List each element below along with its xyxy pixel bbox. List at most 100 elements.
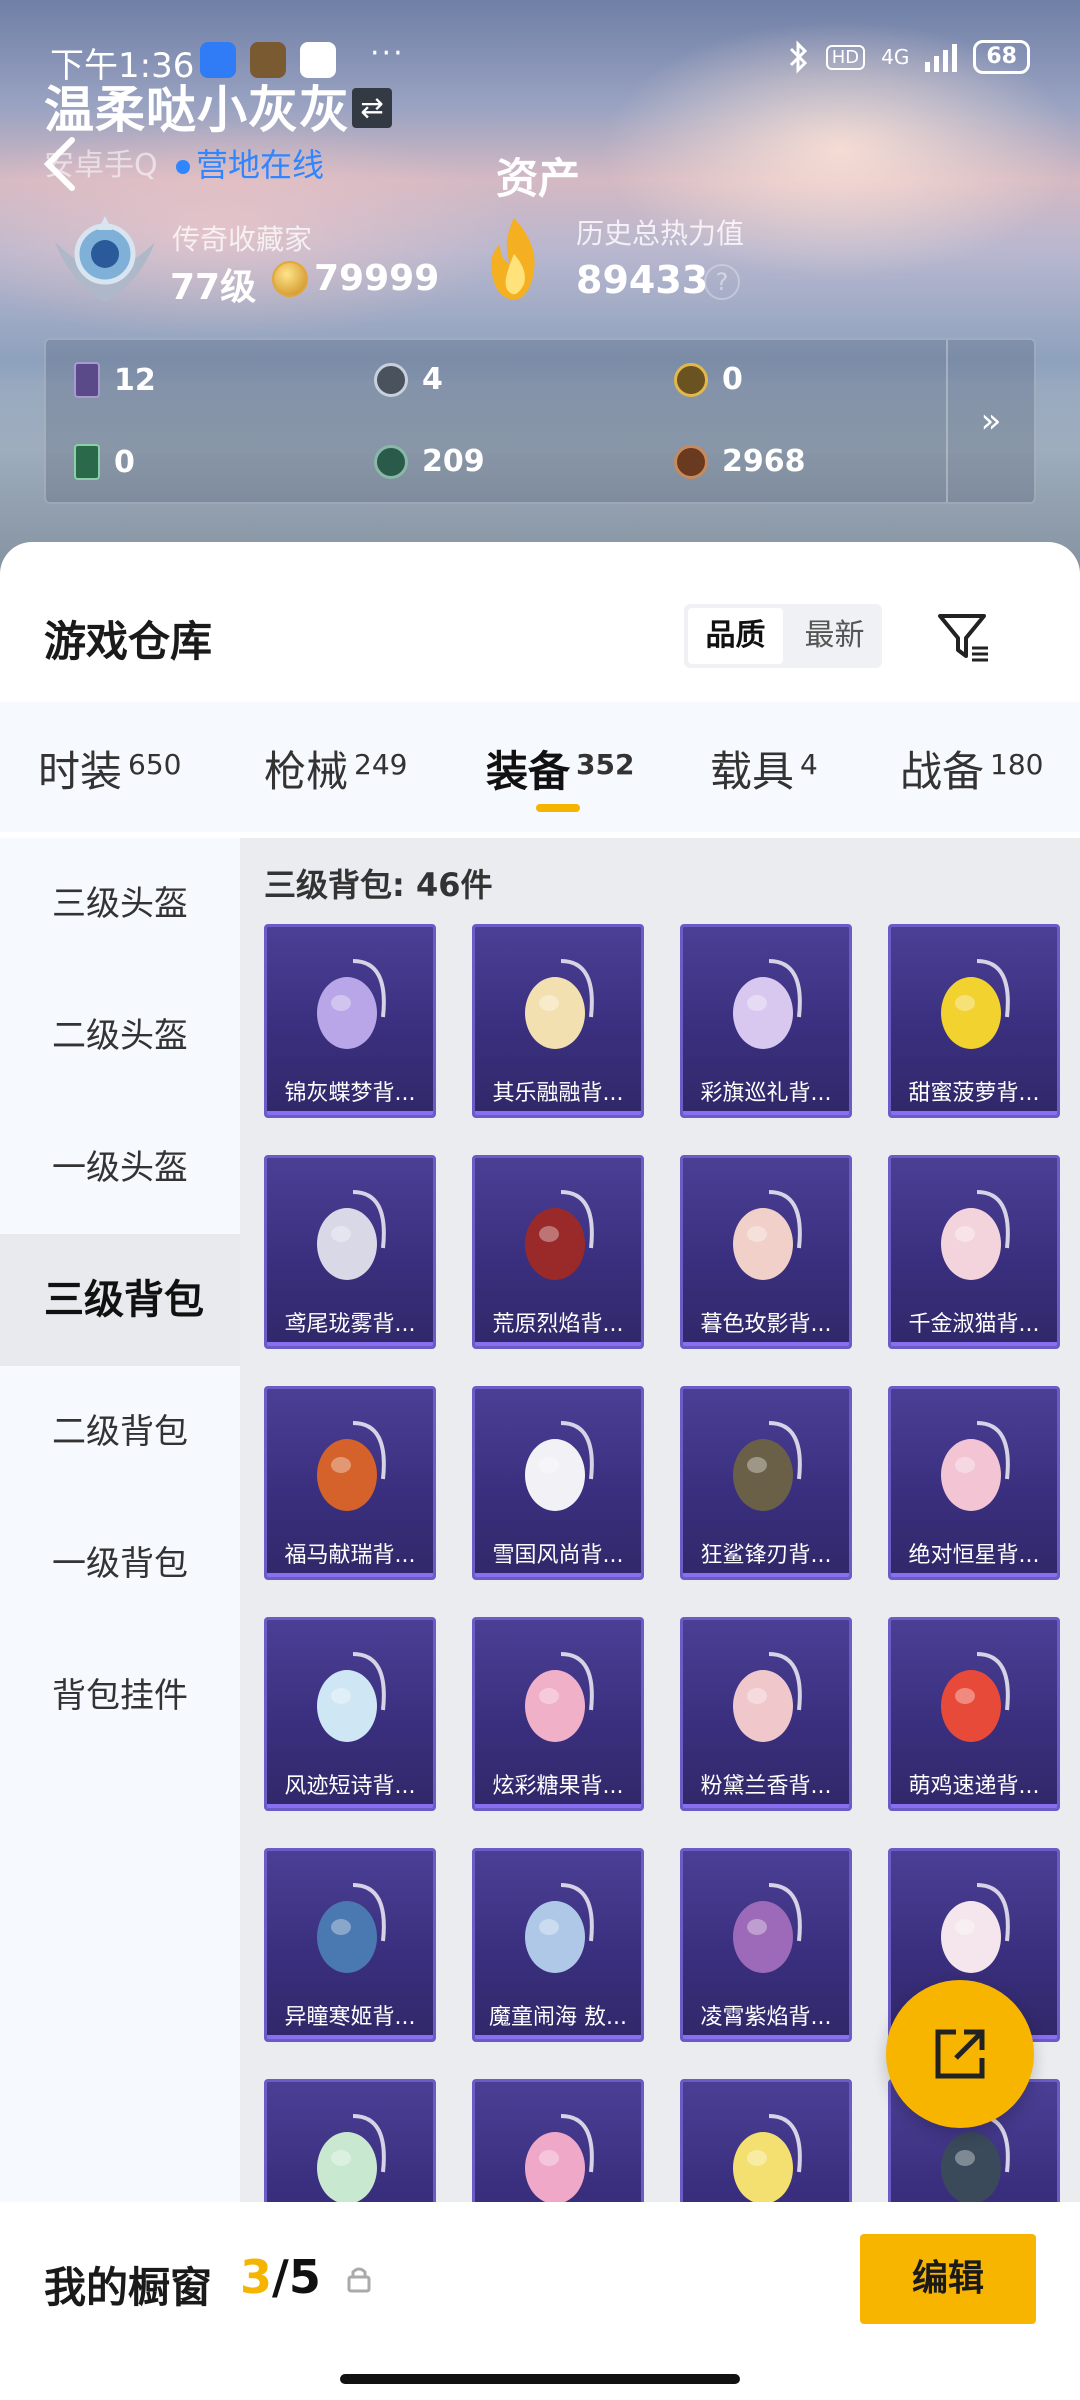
backpack-item-card[interactable]: 暮色玫影背... — [680, 1155, 852, 1349]
tab-supplies[interactable]: 战备 180 — [900, 738, 1043, 799]
subcategory-sidebar: 三级头盔 二级头盔 一级头盔 三级背包 二级背包 一级背包 背包挂件 — [0, 838, 240, 2400]
backpack-item-card[interactable]: 凌霄紫焰背... — [680, 1848, 852, 2042]
warehouse-title: 游戏仓库 — [44, 617, 213, 666]
network-type: 4G — [881, 45, 910, 69]
item-name: 魔童闹海 敖... — [489, 2005, 627, 2030]
hd-icon: HD — [825, 44, 866, 70]
backpack-image — [941, 1421, 1010, 1511]
backpack-image — [525, 1421, 594, 1511]
backpack-image — [733, 1883, 802, 1973]
sort-toggle: 品质 最新 — [684, 604, 882, 668]
flame-icon — [491, 218, 535, 300]
backpack-item-card[interactable]: 绝对恒星背... — [888, 1386, 1060, 1580]
backpack-item-card[interactable]: 狂鲨锋刃背... — [680, 1386, 852, 1580]
active-tab-indicator — [536, 804, 580, 812]
showcase-count: 3/5 — [240, 2250, 321, 2304]
page-title: 资产 — [496, 154, 581, 203]
filter-icon[interactable] — [936, 608, 992, 664]
sort-quality-button[interactable]: 品质 — [688, 608, 783, 664]
showcase-total: /5 — [272, 2250, 321, 2304]
stats-more-button[interactable]: » — [946, 340, 1034, 502]
item-grid-area: 三级背包: 46件 锦灰蝶梦背... 其乐融融背... 彩旗巡礼背... 甜蜜菠萝背.… — [240, 838, 1080, 2400]
backpack-image — [733, 1421, 802, 1511]
item-name: 凌霄紫焰背... — [700, 2005, 832, 2030]
purple-card-icon — [74, 362, 100, 398]
item-name: 甜蜜菠萝背... — [908, 1081, 1040, 1106]
tab-count: 4 — [800, 748, 818, 781]
showcase-current: 3 — [240, 2250, 273, 2304]
backpack-item-card[interactable]: 魔童闹海 敖... — [472, 1848, 644, 2042]
backpack-item-card[interactable]: 荒原烈焰背... — [472, 1155, 644, 1349]
share-button[interactable] — [886, 1980, 1034, 2128]
heat-value: 89433 — [576, 258, 709, 302]
item-name: 荒原烈焰背... — [492, 1312, 624, 1337]
item-name: 其乐融融背... — [492, 1081, 624, 1106]
username: 温柔哒小灰灰 — [44, 81, 350, 139]
item-name: 千金淑猫背... — [908, 1312, 1040, 1337]
tab-equipment[interactable]: 装备 352 — [486, 738, 634, 799]
backpack-item-card[interactable]: 炫彩糖果背... — [472, 1617, 644, 1811]
tab-count: 249 — [354, 748, 408, 781]
tab-fashion[interactable]: 时装 650 — [38, 738, 181, 799]
item-name: 狂鲨锋刃背... — [700, 1543, 832, 1568]
backpack-item-card[interactable]: 千金淑猫背... — [888, 1155, 1060, 1349]
backpack-item-card[interactable]: 萌鸡速递背... — [888, 1617, 1060, 1811]
section-title: 三级背包: 46件 — [264, 866, 493, 904]
tab-label: 战备 — [900, 747, 985, 796]
tab-count: 180 — [990, 748, 1044, 781]
backpack-image — [317, 1652, 386, 1742]
green-card-icon — [74, 444, 100, 480]
item-name: 暮色玫影背... — [700, 1312, 832, 1337]
stat-value: 209 — [422, 444, 485, 479]
stat-item: 2968 — [674, 444, 806, 479]
switch-account-icon[interactable]: ⇄ — [352, 88, 392, 128]
item-name: 风迹短诗背... — [284, 1774, 416, 1799]
player-level: 77级 — [170, 267, 257, 308]
sidebar-item-helmet-3[interactable]: 三级头盔 — [0, 838, 240, 970]
backpack-image — [317, 1883, 386, 1973]
backpack-item-card[interactable]: 福马献瑞背... — [264, 1386, 436, 1580]
backpack-image — [525, 959, 594, 1049]
sidebar-item-backpack-3[interactable]: 三级背包 — [0, 1234, 240, 1366]
tab-label: 时装 — [38, 747, 123, 796]
backpack-item-card[interactable]: 雪国风尚背... — [472, 1386, 644, 1580]
backpack-item-card[interactable]: 异瞳寒姬背... — [264, 1848, 436, 2042]
sidebar-item-helmet-2[interactable]: 二级头盔 — [0, 970, 240, 1102]
backpack-item-card[interactable]: 其乐融融背... — [472, 924, 644, 1118]
tab-firearms[interactable]: 枪械 249 — [264, 738, 407, 799]
profile-header: 下午1:36 ··· HD 4G 68 温柔哒小灰灰 ⇄ 安卓手Q 营地在线 资… — [0, 0, 1080, 600]
back-arrow-icon[interactable] — [36, 134, 86, 194]
stat-item: 4 — [374, 362, 443, 397]
backpack-item-card[interactable]: 锦灰蝶梦背... — [264, 924, 436, 1118]
showcase-bar: 我的橱窗 3/5 编辑 — [0, 2202, 1080, 2400]
sidebar-item-helmet-1[interactable]: 一级头盔 — [0, 1102, 240, 1234]
sidebar-item-backpack-charm[interactable]: 背包挂件 — [0, 1630, 240, 1762]
backpack-image — [525, 1190, 594, 1280]
tab-count: 352 — [576, 748, 635, 781]
signal-icon — [925, 42, 958, 72]
home-indicator — [340, 2374, 740, 2384]
sidebar-item-backpack-1[interactable]: 一级背包 — [0, 1498, 240, 1630]
coin-balance: 79999 — [272, 258, 439, 299]
stat-item: 209 — [374, 444, 485, 479]
currency-stats: 12 4 0 0 209 2968 » — [44, 338, 1036, 504]
backpack-image — [525, 1883, 594, 1973]
edit-showcase-button[interactable]: 编辑 — [860, 2234, 1036, 2324]
backpack-image — [733, 1190, 802, 1280]
status-right: HD 4G 68 — [788, 40, 1030, 74]
help-icon[interactable]: ? — [704, 264, 740, 300]
backpack-image — [733, 1652, 802, 1742]
backpack-item-card[interactable]: 彩旗巡礼背... — [680, 924, 852, 1118]
stat-value: 12 — [114, 362, 156, 398]
backpack-item-card[interactable]: 风迹短诗背... — [264, 1617, 436, 1811]
tab-vehicles[interactable]: 载具 4 — [710, 738, 818, 799]
stat-item: 12 — [74, 362, 156, 398]
stat-value: 4 — [422, 362, 443, 397]
backpack-item-card[interactable]: 甜蜜菠萝背... — [888, 924, 1060, 1118]
backpack-item-card[interactable]: 粉黛兰香背... — [680, 1617, 852, 1811]
sidebar-item-backpack-2[interactable]: 二级背包 — [0, 1366, 240, 1498]
tab-label: 装备 — [486, 747, 571, 796]
backpack-item-card[interactable]: 鸢尾珑雾背... — [264, 1155, 436, 1349]
backpack-image — [941, 1190, 1010, 1280]
sort-latest-button[interactable]: 最新 — [787, 604, 882, 668]
